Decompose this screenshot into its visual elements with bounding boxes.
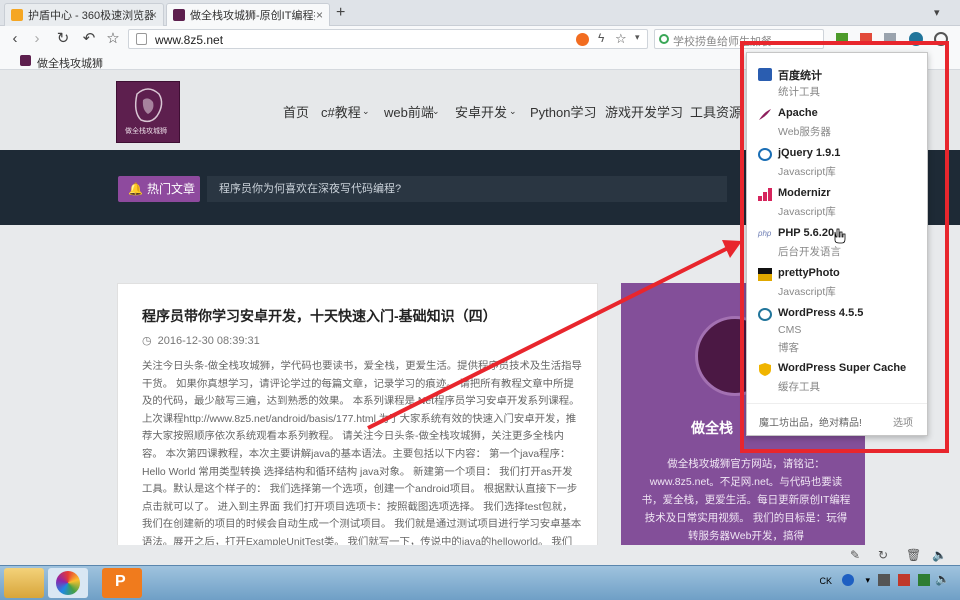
speaker-icon[interactable]: 🔈 bbox=[932, 548, 947, 562]
trash-icon[interactable]: 🗑 bbox=[906, 548, 921, 562]
tray-app-icon[interactable] bbox=[878, 574, 890, 586]
input-method-indicator[interactable]: CK bbox=[819, 576, 832, 586]
file-explorer-icon[interactable] bbox=[4, 568, 44, 598]
tray-flag-icon[interactable] bbox=[898, 574, 910, 586]
presentation-app-icon[interactable]: P bbox=[102, 568, 142, 598]
color-wheel-icon bbox=[56, 571, 80, 595]
windows-taskbar: P CK ▾ 🔈 bbox=[0, 565, 960, 600]
refresh-icon[interactable]: ↻ bbox=[878, 548, 888, 562]
p-icon: P bbox=[115, 573, 126, 590]
pin-icon[interactable]: ✎ bbox=[850, 548, 860, 562]
chevron-down-icon[interactable]: ▾ bbox=[865, 575, 870, 586]
browser-app-icon[interactable] bbox=[48, 568, 88, 598]
network-icon[interactable] bbox=[918, 574, 930, 586]
highlight-frame bbox=[740, 41, 949, 453]
browser-status-bar: ✎ ↻ 🗑 🔈 bbox=[0, 545, 960, 565]
volume-icon[interactable]: 🔈 bbox=[935, 572, 950, 586]
help-icon[interactable] bbox=[842, 574, 854, 586]
cursor-icon bbox=[834, 228, 846, 244]
